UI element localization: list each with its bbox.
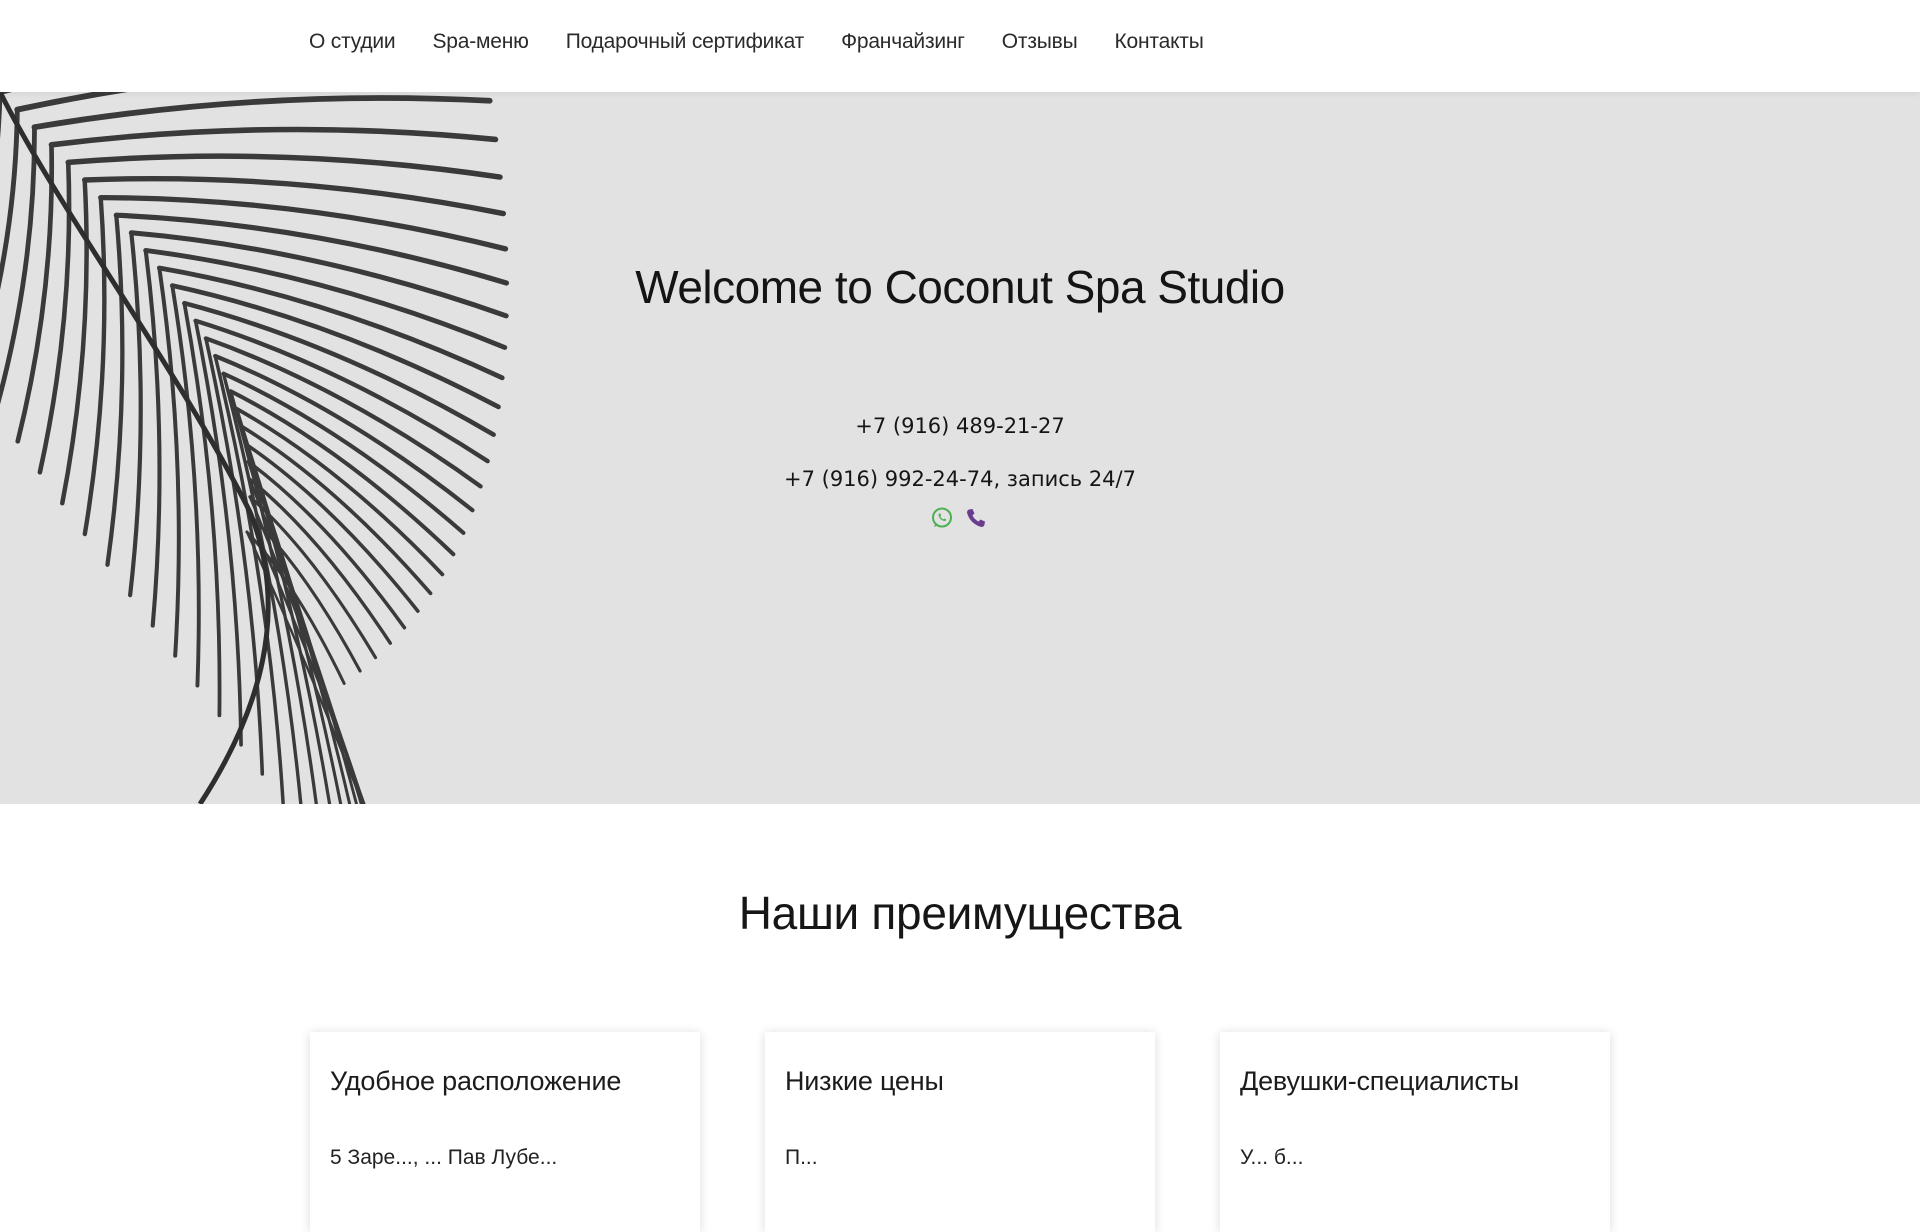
advantage-card-text: П...: [785, 1146, 818, 1169]
advantage-card-location: Удобное расположение 5 Заре..., ... Пав …: [310, 1032, 700, 1232]
viber-icon[interactable]: [964, 506, 988, 530]
advantage-card-text: У... б...: [1240, 1146, 1304, 1169]
nav-item-contacts[interactable]: Контакты: [1115, 30, 1204, 54]
nav-item-about[interactable]: О студии: [309, 30, 396, 54]
hero-section: Welcome to Coconut Spa Studio +7 (916) 4…: [0, 92, 1920, 804]
nav-item-gift-certificate[interactable]: Подарочный сертификат: [566, 30, 805, 54]
advantage-card-title: Девушки-специалисты: [1240, 1066, 1520, 1096]
advantage-card-title: Удобное расположение: [330, 1066, 622, 1096]
advantage-card-title: Низкие цены: [785, 1066, 944, 1096]
phone-number-booking[interactable]: +7 (916) 992-24-74, запись 24/7: [0, 467, 1920, 491]
whatsapp-icon[interactable]: [930, 506, 954, 530]
advantage-card-prices: Низкие цены П...: [765, 1032, 1155, 1232]
advantage-card-text: 5 Заре..., ... Пав Лубе...: [330, 1146, 558, 1169]
nav-item-spa-menu[interactable]: Spa-меню: [432, 30, 528, 54]
nav-menu: О студии Spa-меню Подарочный сертификат …: [309, 30, 1241, 54]
palm-leaf-image: [0, 92, 510, 804]
hero-title: Welcome to Coconut Spa Studio: [635, 261, 1285, 313]
phone-number-primary[interactable]: +7 (916) 489-21-27: [0, 414, 1920, 438]
nav-item-reviews[interactable]: Отзывы: [1002, 30, 1078, 54]
advantages-title: Наши преимущества: [738, 887, 1182, 939]
advantage-card-specialists: Девушки-специалисты У... б...: [1220, 1032, 1610, 1232]
nav-item-franchising[interactable]: Франчайзинг: [841, 30, 965, 54]
messenger-links: [930, 506, 988, 530]
top-navigation: О студии Spa-меню Подарочный сертификат …: [0, 0, 1920, 92]
